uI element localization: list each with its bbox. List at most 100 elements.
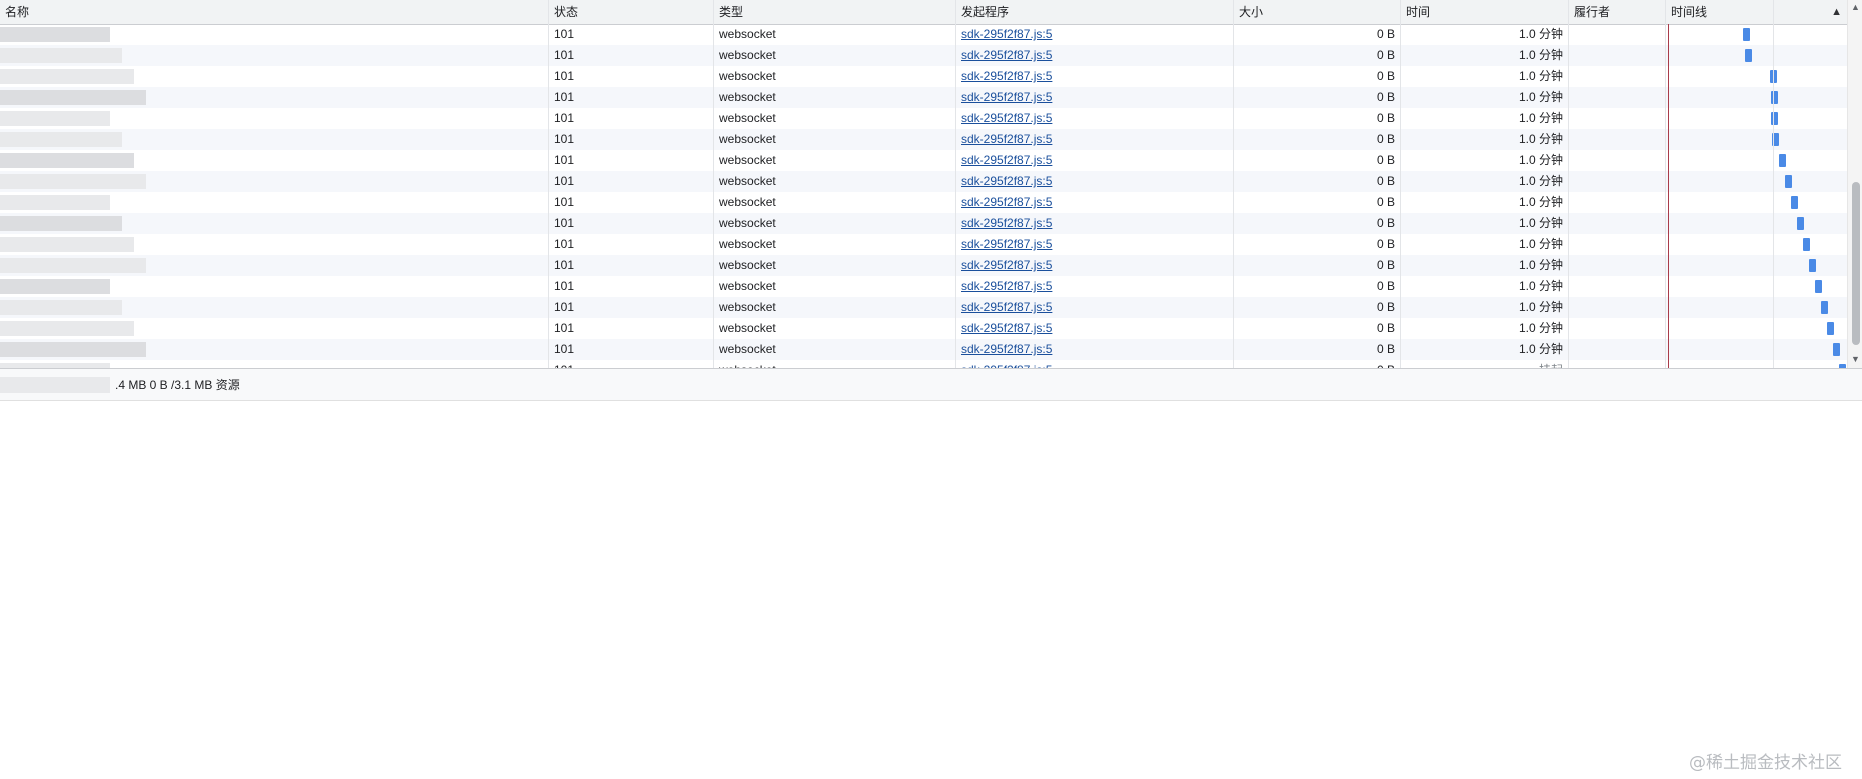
request-name-cell[interactable] [0, 318, 548, 339]
table-row[interactable]: 101 websocket sdk-295f2f87.js:5 0 B 1.0 分钟 [0, 192, 1847, 213]
request-name-cell[interactable] [0, 87, 548, 108]
size-cell: 0 B [1376, 237, 1395, 251]
table-row[interactable]: 101 websocket sdk-295f2f87.js:5 0 B 1.0 分钟 [0, 24, 1847, 45]
request-name-cell[interactable] [0, 234, 548, 255]
initiator-link[interactable]: sdk-295f2f87.js:5 [956, 24, 1233, 45]
initiator-link[interactable]: sdk-295f2f87.js:5 [956, 66, 1233, 87]
sort-ascending-icon[interactable]: ▲ [1831, 0, 1842, 24]
table-row[interactable]: 101 websocket sdk-295f2f87.js:5 0 B 1.0 分钟 [0, 234, 1847, 255]
initiator-link[interactable]: sdk-295f2f87.js:5 [956, 255, 1233, 276]
timeline-waterfall-bar[interactable] [1833, 343, 1840, 356]
type-cell: websocket [719, 111, 776, 125]
initiator-link[interactable]: sdk-295f2f87.js:5 [956, 360, 1233, 368]
column-header-time[interactable]: 时间 [1401, 0, 1569, 24]
timeline-waterfall-bar[interactable] [1779, 154, 1786, 167]
redacted-request-name [0, 48, 122, 63]
column-divider [1568, 0, 1569, 368]
request-name-cell[interactable] [0, 297, 548, 318]
column-header-fulfilled-by[interactable]: 履行者 [1569, 0, 1666, 24]
column-header-name[interactable]: 名称 [0, 0, 549, 24]
size-cell: 0 B [1376, 342, 1395, 356]
table-row[interactable]: 101 websocket sdk-295f2f87.js:5 0 B 1.0 分钟 [0, 108, 1847, 129]
initiator-link[interactable]: sdk-295f2f87.js:5 [956, 297, 1233, 318]
status-cell: 101 [554, 27, 575, 41]
timeline-header-label: 时间线 [1671, 5, 1708, 19]
table-row[interactable]: 101 websocket sdk-295f2f87.js:5 0 B 1.0 分钟 [0, 45, 1847, 66]
column-header-status[interactable]: 状态 [549, 0, 714, 24]
column-header-timeline[interactable]: 时间线 ▲ [1666, 0, 1847, 24]
fulfilled-by-cell [1569, 24, 1665, 45]
type-cell: websocket [719, 258, 776, 272]
timeline-waterfall-bar[interactable] [1821, 301, 1828, 314]
request-name-cell[interactable] [0, 45, 548, 66]
initiator-link[interactable]: sdk-295f2f87.js:5 [956, 129, 1233, 150]
redacted-request-name [0, 153, 134, 168]
initiator-link[interactable]: sdk-295f2f87.js:5 [956, 171, 1233, 192]
type-cell: websocket [719, 27, 776, 41]
table-row[interactable]: 101 websocket sdk-295f2f87.js:5 0 B 1.0 分钟 [0, 318, 1847, 339]
initiator-link[interactable]: sdk-295f2f87.js:5 [956, 276, 1233, 297]
initiator-link[interactable]: sdk-295f2f87.js:5 [956, 318, 1233, 339]
request-name-cell[interactable] [0, 192, 548, 213]
request-name-cell[interactable] [0, 171, 548, 192]
column-divider [1665, 0, 1666, 368]
table-row[interactable]: 101 websocket sdk-295f2f87.js:5 0 B 1.0 分钟 [0, 171, 1847, 192]
request-name-cell[interactable] [0, 150, 548, 171]
redacted-request-name [0, 237, 134, 252]
time-cell: 1.0 分钟 [1518, 237, 1563, 251]
table-row[interactable]: 101 websocket sdk-295f2f87.js:5 0 B 1.0 分钟 [0, 150, 1847, 171]
fulfilled-by-cell [1569, 66, 1665, 87]
request-name-cell[interactable] [0, 255, 548, 276]
column-divider [1400, 0, 1401, 368]
timeline-waterfall-bar[interactable] [1803, 238, 1810, 251]
vertical-scrollbar[interactable]: ▲ ▼ [1847, 0, 1862, 368]
redacted-request-name [0, 300, 122, 315]
table-row[interactable]: 101 websocket sdk-295f2f87.js:5 0 B 1.0 分钟 [0, 276, 1847, 297]
scroll-down-arrow-icon[interactable]: ▼ [1851, 354, 1860, 364]
redacted-request-name [0, 174, 146, 189]
request-name-cell[interactable] [0, 339, 548, 360]
request-name-cell[interactable] [0, 108, 548, 129]
timeline-waterfall-bar[interactable] [1743, 28, 1750, 41]
initiator-link[interactable]: sdk-295f2f87.js:5 [956, 108, 1233, 129]
request-name-cell[interactable] [0, 66, 548, 87]
request-name-cell[interactable] [0, 360, 548, 368]
status-cell: 101 [554, 321, 575, 335]
initiator-link[interactable]: sdk-295f2f87.js:5 [956, 339, 1233, 360]
column-header-size[interactable]: 大小 [1234, 0, 1401, 24]
initiator-link[interactable]: sdk-295f2f87.js:5 [956, 213, 1233, 234]
initiator-link[interactable]: sdk-295f2f87.js:5 [956, 234, 1233, 255]
initiator-link[interactable]: sdk-295f2f87.js:5 [956, 150, 1233, 171]
initiator-link[interactable]: sdk-295f2f87.js:5 [956, 45, 1233, 66]
table-row[interactable]: 101 websocket sdk-295f2f87.js:5 0 B 1.0 分钟 [0, 339, 1847, 360]
request-name-cell[interactable] [0, 24, 548, 45]
time-cell: 1.0 分钟 [1518, 90, 1563, 104]
timeline-waterfall-bar[interactable] [1827, 322, 1834, 335]
status-cell: 101 [554, 279, 575, 293]
timeline-waterfall-bar[interactable] [1785, 175, 1792, 188]
request-name-cell[interactable] [0, 129, 548, 150]
initiator-link[interactable]: sdk-295f2f87.js:5 [956, 192, 1233, 213]
column-header-initiator[interactable]: 发起程序 [956, 0, 1234, 24]
request-name-cell[interactable] [0, 276, 548, 297]
scroll-up-arrow-icon[interactable]: ▲ [1851, 2, 1860, 12]
initiator-link[interactable]: sdk-295f2f87.js:5 [956, 87, 1233, 108]
timeline-waterfall-bar[interactable] [1797, 217, 1804, 230]
timeline-waterfall-bar[interactable] [1815, 280, 1822, 293]
table-row[interactable]: 101 websocket sdk-295f2f87.js:5 0 B 1.0 分钟 [0, 129, 1847, 150]
size-cell: 0 B [1376, 174, 1395, 188]
timeline-waterfall-bar[interactable] [1809, 259, 1816, 272]
table-row[interactable]: 101 websocket sdk-295f2f87.js:5 0 B 1.0 分钟 [0, 87, 1847, 108]
request-name-cell[interactable] [0, 213, 548, 234]
fulfilled-by-cell [1569, 276, 1665, 297]
table-row[interactable]: 101 websocket sdk-295f2f87.js:5 0 B 1.0 分钟 [0, 297, 1847, 318]
type-cell: websocket [719, 132, 776, 146]
timeline-waterfall-bar[interactable] [1791, 196, 1798, 209]
table-row[interactable]: 101websocketsdk-295f2f87.js:50 B挂起 [0, 360, 1847, 368]
table-row[interactable]: 101 websocket sdk-295f2f87.js:5 0 B 1.0 分钟 [0, 213, 1847, 234]
table-row[interactable]: 101 websocket sdk-295f2f87.js:5 0 B 1.0 分钟 [0, 66, 1847, 87]
column-header-type[interactable]: 类型 [714, 0, 956, 24]
timeline-waterfall-bar[interactable] [1745, 49, 1752, 62]
table-row[interactable]: 101 websocket sdk-295f2f87.js:5 0 B 1.0 分钟 [0, 255, 1847, 276]
scrollbar-thumb[interactable] [1852, 182, 1860, 345]
